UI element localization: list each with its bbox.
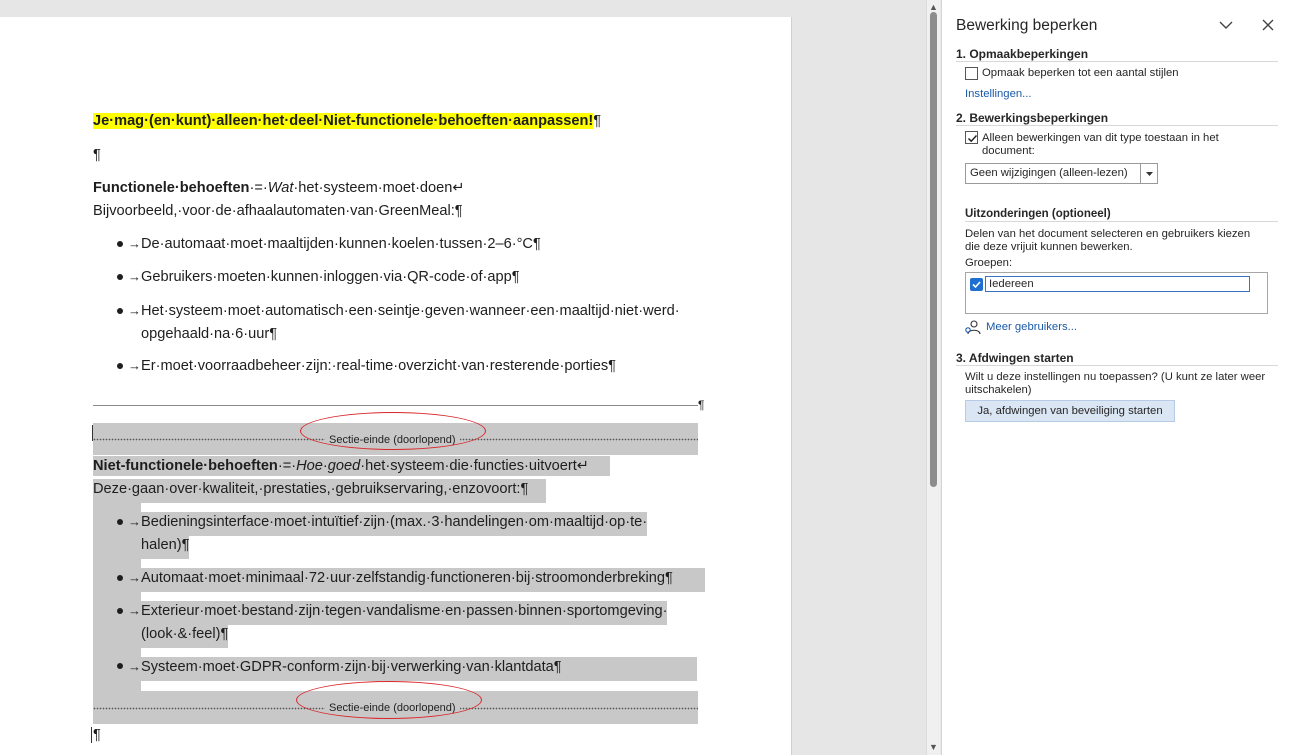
checkmark-icon: [967, 134, 978, 143]
tab-arrow: →: [128, 358, 141, 373]
bullet-dot: [117, 308, 123, 314]
functional-heading[interactable]: Functionele·behoeften·=·Wat·het·systeem·…: [93, 178, 465, 198]
nonfunctional-heading-rest: ·het·systeem·die·functies·uitvoert↵: [360, 458, 589, 474]
section-divider: [956, 365, 1278, 366]
pilcrow: ¶: [93, 147, 101, 163]
functional-heading-italic: Wat: [267, 180, 294, 196]
tab-arrow: →: [128, 269, 141, 284]
list-item-continuation[interactable]: opgehaald·na·6·uur¶: [141, 324, 277, 344]
more-users-icon[interactable]: [964, 319, 982, 338]
scroll-up-arrow-icon[interactable]: ▲: [929, 2, 938, 12]
empty-paragraph[interactable]: ¶: [93, 145, 101, 165]
bullet-dot: [117, 519, 123, 525]
bullet-dot: [117, 274, 123, 280]
bullet-dot: [117, 663, 123, 669]
list-item[interactable]: Het·systeem·moet·automatisch·een·seintje…: [141, 301, 680, 321]
pilcrow: ¶: [698, 398, 705, 412]
list-item[interactable]: Systeem·moet·GDPR-conform·zijn·bij·verwe…: [141, 657, 697, 681]
editing-restriction-label-line1: Alleen bewerkingen van dit type toestaan…: [982, 132, 1219, 144]
close-icon[interactable]: [1258, 15, 1278, 35]
enforcement-description-line1: Wilt u deze instellingen nu toepassen? (…: [965, 371, 1266, 383]
nonfunctional-intro[interactable]: Deze·gaan·over·kwaliteit,·prestaties,·ge…: [93, 479, 546, 503]
nonfunctional-heading-bold: Niet-functionele·behoeften: [93, 458, 278, 474]
group-everyone-item[interactable]: Iedereen: [985, 276, 1250, 292]
editing-mode-dropdown[interactable]: Geen wijzigingen (alleen-lezen): [965, 163, 1158, 184]
tab-arrow: →: [128, 303, 141, 318]
section-divider: [956, 125, 1278, 126]
list-item[interactable]: Exterieur·moet·bestand·zijn·tegen·vandal…: [141, 601, 668, 625]
pilcrow: ¶: [593, 113, 602, 129]
bullet-dot: [117, 241, 123, 247]
section-heading-editing: 2. Bewerkingsbeperkingen: [956, 111, 1109, 125]
formatting-restriction-label: Opmaak beperken tot een aantal stijlen: [982, 67, 1179, 79]
bullet-dot: [117, 575, 123, 581]
tab-arrow: →: [128, 514, 141, 529]
i-beam-cursor: [91, 727, 92, 743]
formatting-restriction-checkbox[interactable]: [965, 67, 978, 80]
text-cursor: [92, 425, 93, 441]
annotation-circle: [300, 412, 486, 450]
functional-heading-rest: ·het·systeem·moet·doen↵: [293, 180, 465, 196]
enforcement-description-line2: uitschakelen): [965, 384, 1032, 396]
horizontal-rule: [93, 405, 698, 406]
instruction-line[interactable]: Je·mag·(en·kunt)·alleen·het·deel·Niet-fu…: [93, 111, 601, 131]
list-item[interactable]: Bedieningsinterface·moet·intuïtief·zijn·…: [141, 512, 648, 536]
nonfunctional-heading[interactable]: Niet-functionele·behoeften·=·Hoe·goed·he…: [93, 456, 610, 476]
section-divider: [965, 221, 1278, 222]
list-item[interactable]: Automaat·moet·minimaal·72·uur·zelfstandi…: [141, 568, 705, 592]
instruction-text: Je·mag·(en·kunt)·alleen·het·deel·Niet-fu…: [93, 113, 594, 129]
annotation-circle: [296, 681, 482, 719]
group-everyone-checkbox[interactable]: [970, 278, 983, 291]
restrict-editing-pane: Bewerking beperken 1. Opmaakbeperkingen …: [941, 0, 1292, 755]
list-item[interactable]: Er·moet·voorraadbeheer·zijn:·real-time·o…: [141, 356, 616, 376]
more-users-link[interactable]: Meer gebruikers...: [986, 321, 1077, 333]
tab-arrow: →: [128, 659, 141, 674]
section-heading-formatting: 1. Opmaakbeperkingen: [956, 47, 1089, 61]
nonfunctional-heading-italic: Hoe·goed: [296, 458, 361, 474]
exceptions-heading: Uitzonderingen (optioneel): [965, 208, 1111, 220]
list-item[interactable]: Gebruikers·moeten·kunnen·inloggen·via·QR…: [141, 267, 520, 287]
settings-link[interactable]: Instellingen...: [965, 88, 1032, 100]
tab-arrow: →: [128, 570, 141, 585]
list-item[interactable]: De·automaat·moet·maaltijden·kunnen·koele…: [141, 234, 541, 254]
empty-paragraph[interactable]: ¶: [93, 725, 101, 745]
functional-heading-eq: ·=·: [249, 180, 268, 196]
document-area[interactable]: Je·mag·(en·kunt)·alleen·het·deel·Niet-fu…: [0, 0, 926, 755]
groups-list[interactable]: Iedereen: [965, 272, 1268, 314]
group-everyone-label: Iedereen: [989, 278, 1034, 290]
functional-example[interactable]: Bijvoorbeeld,·voor·de·afhaalautomaten·va…: [93, 201, 463, 221]
exceptions-description-line2: die deze vrijuit kunnen bewerken.: [965, 241, 1133, 253]
checkmark-icon: [972, 281, 981, 289]
editing-restriction-checkbox[interactable]: [965, 131, 978, 144]
tab-arrow: →: [128, 603, 141, 618]
start-enforcement-button[interactable]: Ja, afdwingen van beveiliging starten: [965, 400, 1175, 422]
dropdown-arrow-icon[interactable]: [1140, 164, 1157, 183]
bullet-dot: [117, 608, 123, 614]
scrollbar-thumb[interactable]: [930, 12, 937, 487]
functional-heading-bold: Functionele·behoeften: [93, 180, 250, 196]
pane-title: Bewerking beperken: [956, 17, 1098, 34]
list-item-continuation[interactable]: halen)¶: [141, 535, 190, 559]
section-heading-enforcement: 3. Afdwingen starten: [956, 351, 1074, 365]
document-page[interactable]: Je·mag·(en·kunt)·alleen·het·deel·Niet-fu…: [0, 17, 792, 755]
pane-options-chevron-icon[interactable]: [1216, 15, 1236, 35]
vertical-scrollbar[interactable]: ▲ ▼: [926, 0, 940, 755]
list-item-continuation[interactable]: (look·&·feel)¶: [141, 624, 229, 648]
bullet-dot: [117, 363, 123, 369]
editing-mode-value: Geen wijzigingen (alleen-lezen): [970, 167, 1128, 179]
section-divider: [956, 61, 1278, 62]
exceptions-description-line1: Delen van het document selecteren en geb…: [965, 228, 1251, 240]
pilcrow: ¶: [93, 727, 101, 743]
scroll-down-arrow-icon[interactable]: ▼: [929, 742, 938, 752]
tab-arrow: →: [128, 236, 141, 251]
nonfunctional-heading-eq: ·=·: [277, 458, 297, 474]
groups-label: Groepen:: [965, 257, 1013, 269]
editing-restriction-label-line2: document:: [982, 145, 1035, 157]
